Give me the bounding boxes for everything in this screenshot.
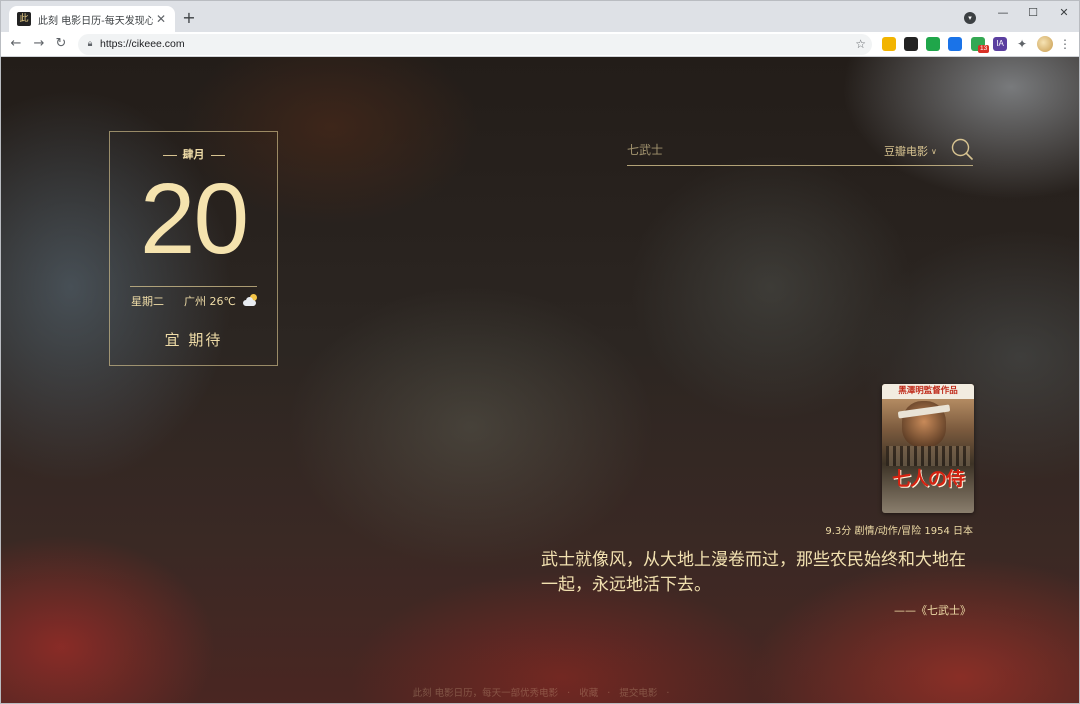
search-input[interactable] [627,139,867,161]
lock-icon: 🔒︎ [87,39,93,49]
calendar-card: 肆月 20 星期二 广州 26℃ 宜 期待 [109,131,278,366]
tab-title: 此刻 电影日历-每天发现心电影 [38,15,153,27]
back-arrow-icon[interactable]: ← [7,35,25,53]
url-text[interactable]: https://cikeee.com [100,34,185,55]
poster-title: 七人の侍 [891,468,965,490]
footer-sep: · [567,688,571,699]
footer-link-submit[interactable]: 提交电影 [619,688,657,699]
calendar-divider [130,286,257,287]
ia-ext-icon[interactable]: IA [993,37,1007,51]
footer-text: 此刻 电影日历，每天一部优秀电影 [412,688,559,699]
poster-banner: 黑澤明監督作品 [882,384,974,399]
weekday-label: 星期二 [131,295,164,308]
footer-link-favorite[interactable]: 收藏 [579,688,598,699]
address-bar[interactable]: 🔒︎ https://cikeee.com ☆ [78,34,872,55]
search-source-select[interactable]: 豆瓣电影 ∨ [884,143,937,159]
almanac-yi: 宜 期待 [164,331,223,349]
tab-search-icon[interactable]: ▾ [964,12,976,24]
search-source-label: 豆瓣电影 [884,145,928,158]
browser-tab[interactable]: 此 此刻 电影日历-每天发现心电影 ✕ [9,6,175,32]
tab-strip: 此 此刻 电影日历-每天发现心电影 ✕ + ▾ — ☐ ✕ [1,1,1079,32]
poster-crowd-art [886,446,970,466]
profile-avatar[interactable] [1037,36,1053,52]
partly-cloudy-icon [243,294,258,306]
circle-ext-icon[interactable] [948,37,962,51]
bookmark-star-icon[interactable]: ☆ [855,36,866,53]
footer: 此刻 电影日历，每天一部优秀电影 · 收藏 · 提交电影 · [1,685,1079,699]
movie-meta: 9.3分 剧情/动作/冒险 1954 日本 [825,526,973,537]
check-ext-icon[interactable] [926,37,940,51]
quote-source: ——《七武士》 [894,604,971,617]
new-tab-button[interactable]: + [180,9,198,27]
footer-sep: · [666,688,670,699]
weather-info: 广州 26℃ [184,293,258,309]
grid-ext-icon[interactable]: 13 [971,37,990,53]
puzzle-ext-icon[interactable]: ✦ [1015,37,1029,51]
movie-poster[interactable]: 黑澤明監督作品 七人の侍 [882,384,974,513]
page-background: 肆月 20 星期二 广州 26℃ 宜 期待 豆瓣电影∨ 黑澤明監督作品 [1,57,1079,703]
forward-arrow-icon[interactable]: → [30,35,48,53]
month-rule-right [210,154,225,156]
reload-icon[interactable]: ↻ [52,35,70,53]
day-number: 20 [139,163,249,275]
minimize-button[interactable]: — [988,5,1018,21]
search-icon[interactable] [951,138,973,160]
maximize-button[interactable]: ☐ [1018,5,1048,21]
site-favicon-icon: 此 [17,12,31,26]
close-window-button[interactable]: ✕ [1049,5,1079,21]
month-rule-left [162,154,177,156]
search-bar: 豆瓣电影∨ [627,135,973,166]
extension-badge: 13 [978,45,990,53]
cat-ext-icon[interactable] [904,37,918,51]
footer-sep: · [607,688,611,699]
chevron-down-icon: ∨ [931,147,937,156]
bookmark-ext-icon[interactable] [882,37,896,51]
browser-toolbar: ← → ↻ 🔒︎ https://cikeee.com ☆ 13 IA ✦ ⋮ [1,32,1079,57]
weather-text: 广州 26℃ [184,295,236,308]
tab-close-icon[interactable]: ✕ [153,11,169,27]
movie-quote: 武士就像风，从大地上漫卷而过，那些农民始终和大地在一起，永远地活下去。 [541,550,966,595]
browser-window: 此 此刻 电影日历-每天发现心电影 ✕ + ▾ — ☐ ✕ ← → ↻ 🔒︎ h… [0,0,1080,704]
menu-dots-icon[interactable]: ⋮ [1059,36,1071,52]
